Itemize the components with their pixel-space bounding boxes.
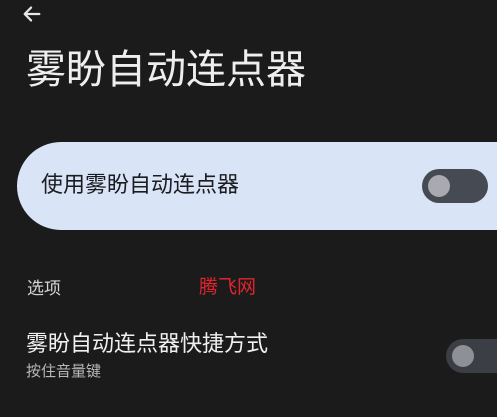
back-button[interactable] bbox=[18, 0, 46, 28]
page-title: 雾盼自动连点器 bbox=[26, 47, 306, 93]
shortcut-subtitle: 按住音量键 bbox=[26, 362, 102, 380]
main-switch-label: 使用雾盼自动连点器 bbox=[41, 173, 240, 198]
shortcut-title: 雾盼自动连点器快捷方式 bbox=[26, 332, 269, 357]
shortcut-toggle[interactable] bbox=[446, 339, 497, 373]
toggle-thumb bbox=[452, 345, 474, 367]
main-switch-card[interactable]: 使用雾盼自动连点器 bbox=[17, 142, 497, 230]
section-header-options: 选项 bbox=[27, 279, 61, 299]
watermark-text: 腾飞网 bbox=[199, 276, 257, 298]
toggle-thumb bbox=[428, 175, 450, 197]
main-switch-toggle[interactable] bbox=[422, 169, 488, 203]
shortcut-row[interactable]: 雾盼自动连点器快捷方式 按住音量键 bbox=[0, 325, 497, 391]
arrow-left-icon bbox=[23, 6, 41, 22]
